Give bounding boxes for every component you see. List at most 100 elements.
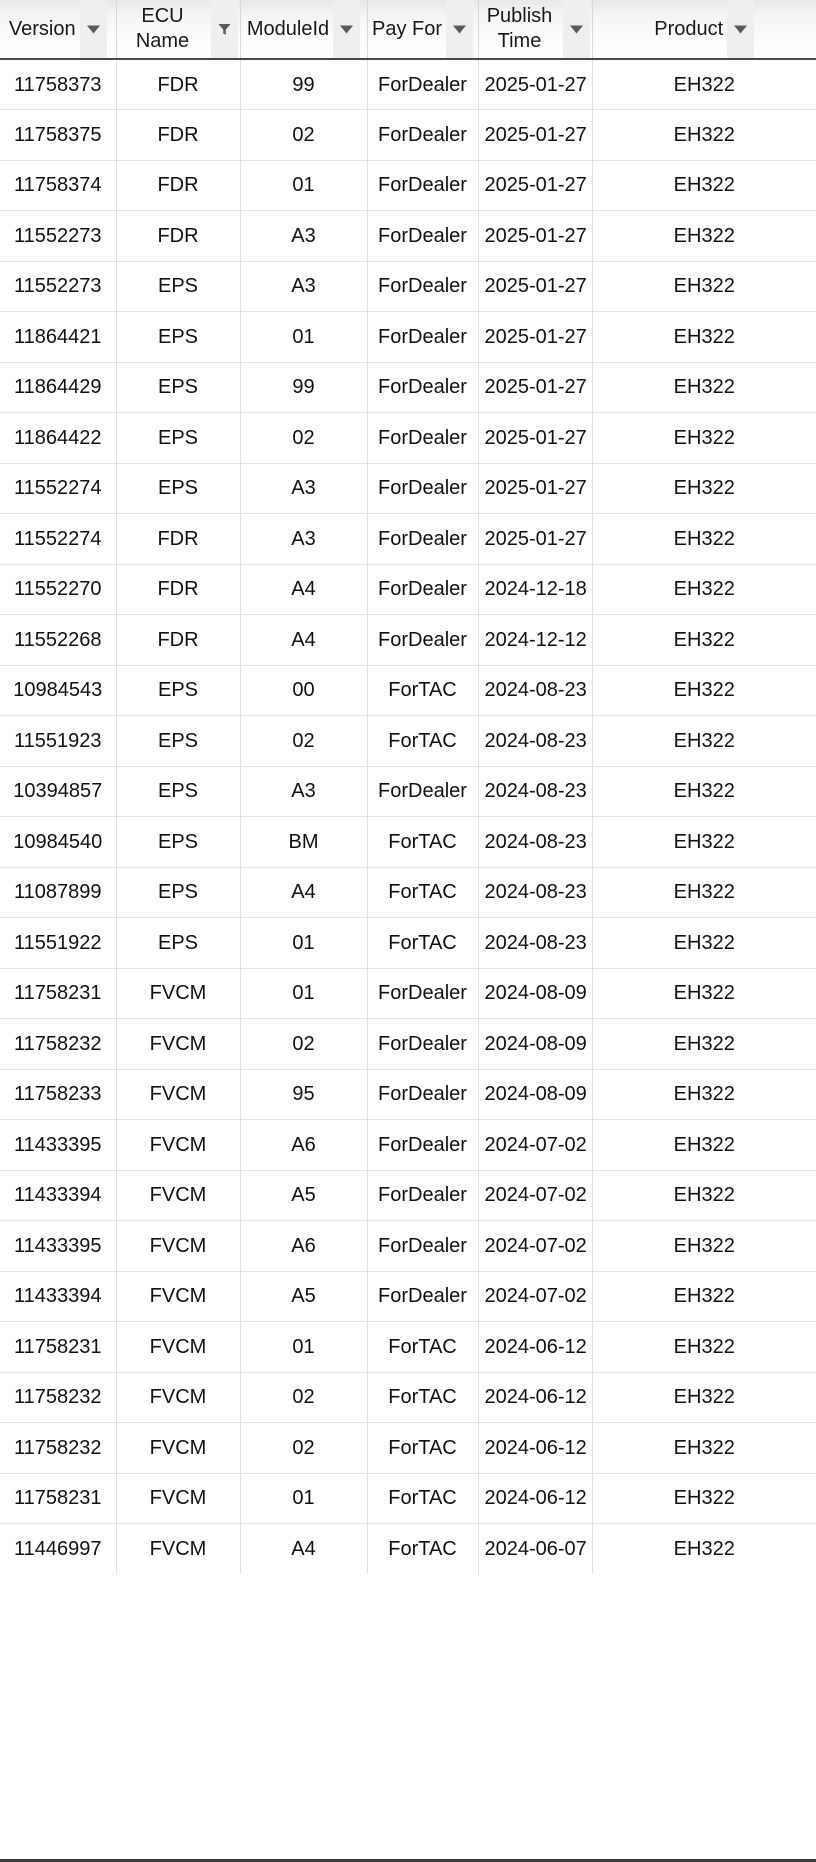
cell-publish_time: 2024-08-23 <box>478 816 593 868</box>
cell-version: 11552274 <box>0 513 117 565</box>
cell-module_id: A3 <box>240 261 368 312</box>
table-row[interactable]: 11551923 EPS 02 ForTAC 2024-08-23 EH322 <box>0 715 816 767</box>
table-row[interactable]: 11433395 FVCM A6 ForDealer 2024-07-02 EH322 <box>0 1119 816 1171</box>
cell-pay_for: ForDealer <box>367 412 479 464</box>
cell-module_id: A3 <box>240 513 368 565</box>
table-row[interactable]: 11864429 EPS 99 ForDealer 2025-01-27 EH322 <box>0 362 816 413</box>
table-row[interactable]: 11864422 EPS 02 ForDealer 2025-01-27 EH322 <box>0 412 816 464</box>
table-row[interactable]: 11758232 FVCM 02 ForDealer 2024-08-09 EH322 <box>0 1018 816 1070</box>
filter-funnel-icon[interactable] <box>210 0 238 58</box>
column-header-module_id[interactable]: ModuleId <box>240 0 368 60</box>
cell-pay_for: ForDealer <box>367 1170 479 1221</box>
table-row[interactable]: 10984543 EPS 00 ForTAC 2024-08-23 EH322 <box>0 665 816 716</box>
cell-version: 11758375 <box>0 109 117 161</box>
cell-product: EH322 <box>592 867 816 918</box>
cell-module_id: 00 <box>240 665 368 716</box>
table-row[interactable]: 11758232 FVCM 02 ForTAC 2024-06-12 EH322 <box>0 1422 816 1474</box>
table-row[interactable]: 10984540 EPS BM ForTAC 2024-08-23 EH322 <box>0 816 816 868</box>
cell-version: 11758232 <box>0 1422 117 1474</box>
cell-version: 11446997 <box>0 1523 117 1574</box>
cell-ecu_name: FVCM <box>116 1473 241 1524</box>
table-row[interactable]: 11758231 FVCM 01 ForTAC 2024-06-12 EH322 <box>0 1321 816 1373</box>
table-row[interactable]: 11758373 FDR 99 ForDealer 2025-01-27 EH322 <box>0 59 816 110</box>
cell-ecu_name: FVCM <box>116 1069 241 1120</box>
table-row[interactable]: 11552270 FDR A4 ForDealer 2024-12-18 EH322 <box>0 564 816 615</box>
cell-version: 11433395 <box>0 1220 117 1272</box>
cell-product: EH322 <box>592 1018 816 1070</box>
column-header-pay_for[interactable]: Pay For <box>367 0 479 60</box>
chevron-down-icon[interactable] <box>79 0 107 58</box>
cell-publish_time: 2025-01-27 <box>478 160 593 211</box>
cell-pay_for: ForDealer <box>367 160 479 211</box>
cell-publish_time: 2025-01-27 <box>478 210 593 262</box>
cell-version: 11758231 <box>0 968 117 1019</box>
table-row[interactable]: 10394857 EPS A3 ForDealer 2024-08-23 EH322 <box>0 766 816 817</box>
table-row[interactable]: 11551922 EPS 01 ForTAC 2024-08-23 EH322 <box>0 917 816 969</box>
cell-publish_time: 2024-06-12 <box>478 1473 593 1524</box>
cell-version: 11087899 <box>0 867 117 918</box>
table-row[interactable]: 11758374 FDR 01 ForDealer 2025-01-27 EH322 <box>0 160 816 211</box>
cell-ecu_name: FVCM <box>116 1422 241 1474</box>
cell-module_id: 99 <box>240 362 368 413</box>
cell-module_id: A6 <box>240 1119 368 1171</box>
table-row[interactable]: 11433395 FVCM A6 ForDealer 2024-07-02 EH322 <box>0 1220 816 1272</box>
table-row[interactable]: 11552273 EPS A3 ForDealer 2025-01-27 EH322 <box>0 261 816 312</box>
table-row[interactable]: 11433394 FVCM A5 ForDealer 2024-07-02 EH322 <box>0 1170 816 1221</box>
cell-publish_time: 2025-01-27 <box>478 261 593 312</box>
cell-pay_for: ForDealer <box>367 564 479 615</box>
cell-version: 11433394 <box>0 1170 117 1221</box>
cell-product: EH322 <box>592 1119 816 1171</box>
chevron-down-icon[interactable] <box>446 0 474 58</box>
table-row[interactable]: 11758232 FVCM 02 ForTAC 2024-06-12 EH322 <box>0 1372 816 1423</box>
table-row[interactable]: 11758231 FVCM 01 ForDealer 2024-08-09 EH322 <box>0 968 816 1019</box>
chevron-down-icon[interactable] <box>333 0 361 58</box>
column-header-inner: Product <box>593 0 816 58</box>
table-row[interactable]: 11758231 FVCM 01 ForTAC 2024-06-12 EH322 <box>0 1473 816 1524</box>
cell-product: EH322 <box>592 766 816 817</box>
cell-product: EH322 <box>592 816 816 868</box>
column-header-version[interactable]: Version <box>0 0 117 60</box>
cell-version: 11758373 <box>0 59 117 110</box>
table-row[interactable]: 11552274 EPS A3 ForDealer 2025-01-27 EH322 <box>0 463 816 514</box>
cell-pay_for: ForDealer <box>367 311 479 363</box>
cell-ecu_name: FDR <box>116 59 241 110</box>
cell-pay_for: ForTAC <box>367 1321 479 1373</box>
column-header-ecu_name[interactable]: ECU Name <box>116 0 241 60</box>
chevron-down-icon[interactable] <box>562 0 590 58</box>
cell-ecu_name: EPS <box>116 917 241 969</box>
table-row[interactable]: 11552274 FDR A3 ForDealer 2025-01-27 EH322 <box>0 513 816 565</box>
cell-module_id: A3 <box>240 210 368 262</box>
cell-version: 11864429 <box>0 362 117 413</box>
table-row[interactable]: 11446997 FVCM A4 ForTAC 2024-06-07 EH322 <box>0 1523 816 1574</box>
table-row[interactable]: 11864421 EPS 01 ForDealer 2025-01-27 EH322 <box>0 311 816 363</box>
cell-module_id: A5 <box>240 1170 368 1221</box>
table-row[interactable]: 11758233 FVCM 95 ForDealer 2024-08-09 EH322 <box>0 1069 816 1120</box>
cell-module_id: 99 <box>240 59 368 110</box>
table-row[interactable]: 11087899 EPS A4 ForTAC 2024-08-23 EH322 <box>0 867 816 918</box>
cell-product: EH322 <box>592 1220 816 1272</box>
table-row[interactable]: 11433394 FVCM A5 ForDealer 2024-07-02 EH322 <box>0 1271 816 1322</box>
cell-pay_for: ForDealer <box>367 968 479 1019</box>
table-row[interactable]: 11758375 FDR 02 ForDealer 2025-01-27 EH322 <box>0 109 816 161</box>
column-header-publish_time[interactable]: Publish Time <box>478 0 593 60</box>
cell-ecu_name: EPS <box>116 816 241 868</box>
cell-version: 11552273 <box>0 210 117 262</box>
column-header-label: ModuleId <box>246 17 330 40</box>
ecu-version-table-container: Version ECU Name ModuleId Pay For Publish Ti… <box>0 0 816 1862</box>
cell-version: 10984543 <box>0 665 117 716</box>
column-header-label: ECU Name <box>135 5 190 52</box>
column-header-product[interactable]: Product <box>592 0 816 60</box>
cell-pay_for: ForDealer <box>367 1069 479 1120</box>
chevron-down-icon[interactable] <box>727 0 755 58</box>
cell-version: 11552270 <box>0 564 117 615</box>
table-row[interactable]: 11552268 FDR A4 ForDealer 2024-12-12 EH322 <box>0 614 816 666</box>
column-header-label: Pay For <box>371 17 443 40</box>
cell-module_id: A3 <box>240 766 368 817</box>
cell-product: EH322 <box>592 1473 816 1524</box>
cell-pay_for: ForTAC <box>367 1473 479 1524</box>
cell-ecu_name: FDR <box>116 160 241 211</box>
cell-pay_for: ForDealer <box>367 1119 479 1171</box>
cell-pay_for: ForTAC <box>367 1422 479 1474</box>
table-row[interactable]: 11552273 FDR A3 ForDealer 2025-01-27 EH322 <box>0 210 816 262</box>
cell-module_id: 01 <box>240 1321 368 1373</box>
